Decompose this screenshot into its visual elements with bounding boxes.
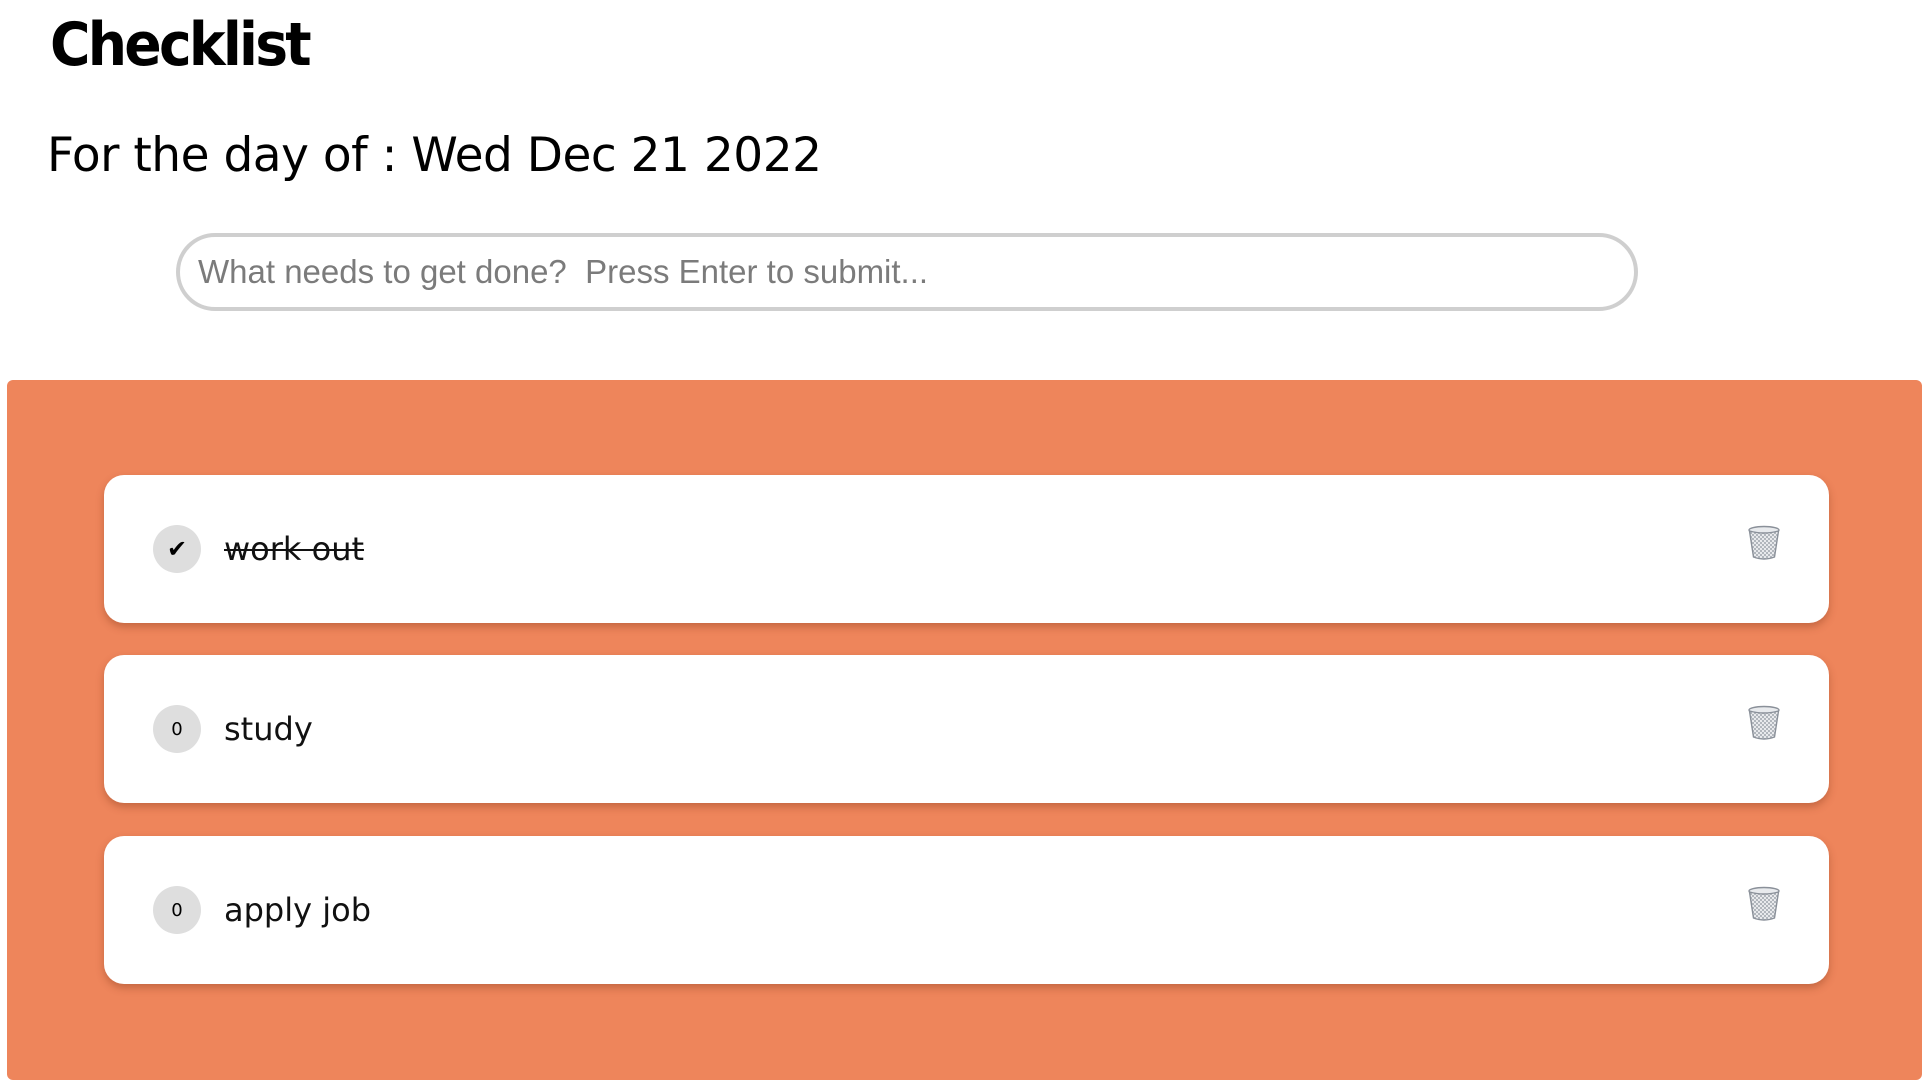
date-heading: For the day of : Wed Dec 21 2022 — [47, 128, 822, 183]
task-item: ✔ work out — [104, 475, 1829, 623]
checklist-page: Checklist For the day of : Wed Dec 21 20… — [0, 0, 1929, 1085]
task-text: work out — [224, 530, 365, 568]
task-item: 0 apply job — [104, 836, 1829, 984]
delete-button[interactable] — [1747, 705, 1781, 741]
delete-button[interactable] — [1747, 525, 1781, 561]
trash-icon — [1747, 705, 1781, 741]
task-text: study — [224, 710, 313, 748]
complete-toggle[interactable]: 0 — [153, 886, 201, 934]
trash-icon — [1747, 886, 1781, 922]
trash-icon — [1747, 525, 1781, 561]
app-title: Checklist — [50, 10, 312, 80]
complete-toggle[interactable]: ✔ — [153, 525, 201, 573]
delete-button[interactable] — [1747, 886, 1781, 922]
task-text: apply job — [224, 891, 372, 929]
new-task-input[interactable] — [176, 233, 1638, 311]
task-item: 0 study — [104, 655, 1829, 803]
complete-toggle[interactable]: 0 — [153, 705, 201, 753]
task-list: ✔ work out 0 study 0 apply job — [7, 380, 1922, 1080]
